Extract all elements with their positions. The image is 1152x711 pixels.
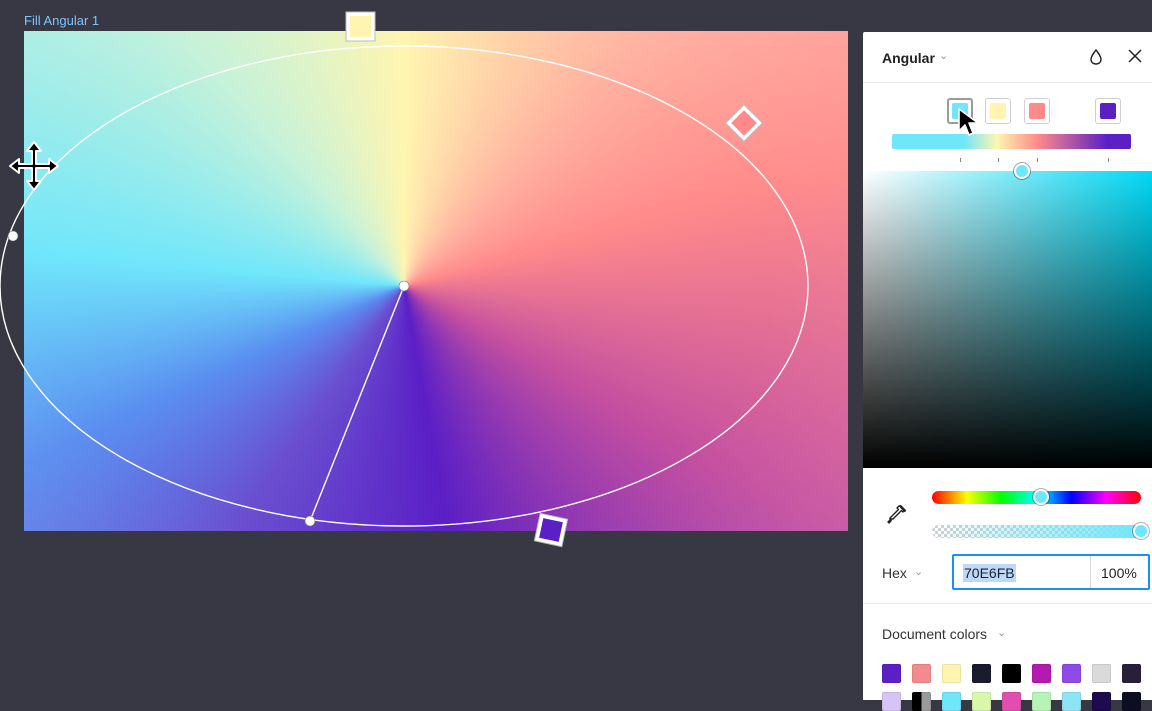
color-picker-panel: Angular ⌄ Hex ⌄ 70E6FB 100% Document col… <box>863 32 1152 711</box>
gradient-stop-2[interactable] <box>985 98 1011 124</box>
stop-swatch <box>1029 103 1045 119</box>
stop-tick <box>1108 158 1109 162</box>
divider <box>863 603 1152 604</box>
document-color-swatch[interactable] <box>912 664 931 683</box>
eyedropper-icon[interactable] <box>887 504 907 526</box>
document-color-swatch[interactable] <box>1092 692 1111 711</box>
gradient-center-handle[interactable] <box>398 280 410 292</box>
divider <box>1090 556 1091 588</box>
hue-slider-knob[interactable] <box>1032 489 1049 505</box>
document-color-swatch[interactable] <box>1032 692 1051 711</box>
gradient-stop-3[interactable] <box>1024 98 1050 124</box>
color-mode-dropdown[interactable]: Hex <box>882 565 907 581</box>
document-color-swatch[interactable] <box>1002 664 1021 683</box>
gradient-preview-bar[interactable] <box>892 134 1131 149</box>
document-color-swatch[interactable] <box>882 692 901 711</box>
document-color-swatch[interactable] <box>1032 664 1051 683</box>
document-color-swatch[interactable] <box>1062 664 1081 683</box>
gradient-stop-4[interactable] <box>1095 98 1121 124</box>
document-color-swatch[interactable] <box>972 692 991 711</box>
chevron-down-icon[interactable]: ⌄ <box>939 49 948 62</box>
document-color-swatch[interactable] <box>1002 692 1021 711</box>
hue-slider[interactable] <box>932 489 1141 505</box>
document-color-swatch[interactable] <box>882 664 901 683</box>
opacity-slider-knob[interactable] <box>1133 523 1149 539</box>
document-color-swatch[interactable] <box>972 664 991 683</box>
document-color-swatch[interactable] <box>1122 664 1141 683</box>
gradient-end-handle[interactable] <box>304 515 316 527</box>
document-color-swatch[interactable] <box>942 692 961 711</box>
close-icon[interactable] <box>1126 47 1144 65</box>
gradient-stops-editor[interactable] <box>863 83 1152 163</box>
canvas-stop-marker-3[interactable] <box>724 103 764 143</box>
saturation-handle[interactable] <box>1013 163 1030 179</box>
document-color-swatch[interactable] <box>942 664 961 683</box>
saturation-brightness-picker[interactable] <box>863 163 1152 468</box>
canvas-stop-marker-2[interactable] <box>345 11 376 42</box>
document-color-swatch[interactable] <box>1122 692 1141 711</box>
hex-input-field[interactable]: 70E6FB 100% <box>952 554 1150 590</box>
document-color-swatch[interactable] <box>1092 664 1111 683</box>
document-color-swatch[interactable] <box>912 692 931 711</box>
opacity-value[interactable]: 100% <box>1101 565 1137 581</box>
canvas-stop-marker-4[interactable] <box>533 512 569 548</box>
opacity-fill <box>932 525 1141 538</box>
fill-type-dropdown[interactable]: Angular <box>882 50 935 66</box>
gradient-width-handle[interactable] <box>7 230 19 242</box>
stop-swatch <box>990 103 1006 119</box>
mouse-pointer-icon <box>958 108 979 136</box>
document-color-swatch[interactable] <box>1062 692 1081 711</box>
stop-swatch <box>1100 103 1116 119</box>
stop-tick <box>1037 158 1038 162</box>
hex-value[interactable]: 70E6FB <box>963 564 1016 582</box>
stop-tick <box>960 158 961 162</box>
document-colors-dropdown[interactable]: Document colors <box>882 626 987 642</box>
panel-header: Angular ⌄ <box>863 32 1152 83</box>
gradient-editor-overlay <box>0 11 809 548</box>
stop-tick <box>998 158 999 162</box>
canvas[interactable]: Fill Angular 1 <box>0 0 860 560</box>
gradient-axis-line <box>309 285 405 522</box>
opacity-slider[interactable] <box>932 525 1141 538</box>
move-cursor-icon <box>9 141 59 191</box>
chevron-down-icon[interactable]: ⌄ <box>997 626 1006 639</box>
blend-mode-droplet-icon[interactable] <box>1088 48 1104 66</box>
chevron-down-icon[interactable]: ⌄ <box>914 565 923 578</box>
